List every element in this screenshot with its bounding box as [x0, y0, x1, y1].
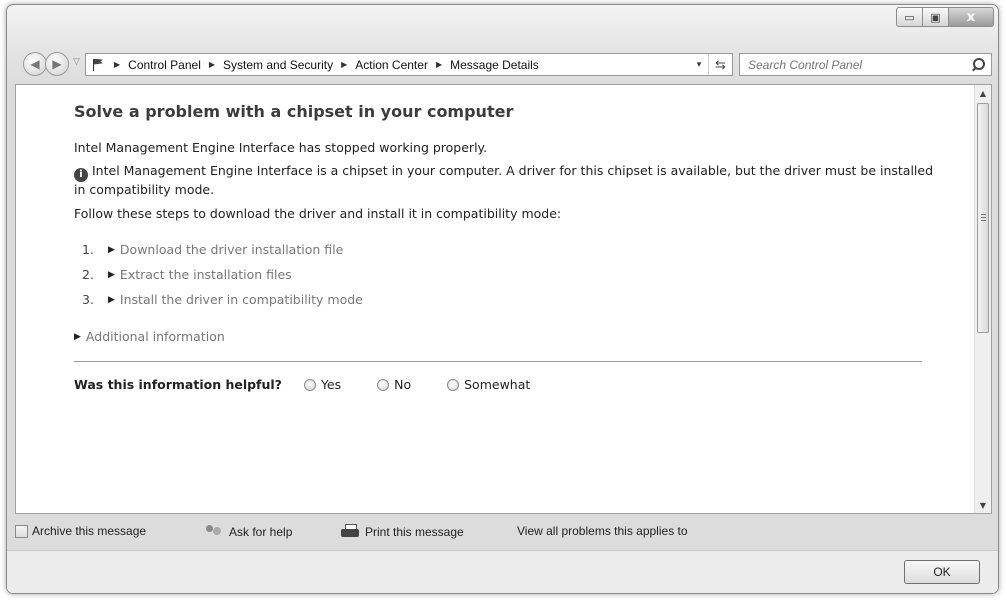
- scroll-thumb[interactable]: [977, 103, 989, 333]
- search-input[interactable]: [740, 57, 969, 72]
- action-center-window: ▭ ▣ x ◀ ▶ ▽ ▶ Control Panel ▶ System and…: [6, 4, 999, 594]
- content-pane: Solve a problem with a chipset in your c…: [15, 84, 992, 514]
- step-install-driver-link[interactable]: Install the driver in compatibility mode: [120, 292, 363, 307]
- step-number: 2.: [82, 267, 94, 282]
- breadcrumb-system-and-security[interactable]: ▶ System and Security: [201, 58, 333, 72]
- print-message-label[interactable]: Print this message: [365, 525, 464, 539]
- address-bar[interactable]: ▶ Control Panel ▶ System and Security ▶ …: [85, 53, 733, 76]
- address-dropdown-button[interactable]: ▾: [690, 59, 708, 70]
- problem-text: Intel Management Engine Interface has st…: [74, 140, 488, 155]
- scroll-up-button[interactable]: ▲: [975, 85, 991, 101]
- step-item[interactable]: 3. ▶ Install the driver in compatibility…: [82, 287, 363, 312]
- people-help-icon: [205, 524, 223, 540]
- search-box[interactable]: [739, 53, 992, 76]
- archive-message-checkbox[interactable]: Archive this message: [15, 524, 146, 538]
- step-item[interactable]: 1. ▶ Download the driver installation fi…: [82, 237, 363, 262]
- breadcrumb-action-center[interactable]: ▶ Action Center: [333, 58, 428, 72]
- info-icon: i: [74, 168, 88, 182]
- additional-information-toggle[interactable]: ▶ Additional information: [74, 329, 225, 344]
- archive-message-label[interactable]: Archive this message: [32, 524, 146, 538]
- breadcrumb-message-details[interactable]: ▶ Message Details: [428, 58, 539, 72]
- step-number: 3.: [82, 292, 94, 307]
- ok-button[interactable]: OK: [904, 560, 980, 584]
- feedback-somewhat-radio[interactable]: Somewhat: [447, 377, 530, 392]
- additional-information-label[interactable]: Additional information: [86, 329, 225, 344]
- breadcrumb-label[interactable]: Message Details: [450, 58, 539, 72]
- scroll-down-button[interactable]: ▼: [975, 497, 991, 513]
- search-icon[interactable]: [969, 56, 987, 74]
- forward-button[interactable]: ▶: [45, 52, 69, 76]
- radio-button-icon[interactable]: [377, 378, 390, 391]
- feedback-row: Was this information helpful? Yes No Som…: [74, 377, 566, 392]
- vertical-scrollbar[interactable]: ▲ ▼: [974, 85, 991, 513]
- page-title: Solve a problem with a chipset in your c…: [74, 102, 514, 121]
- breadcrumb-separator-icon[interactable]: ▶: [341, 60, 347, 69]
- view-all-problems-link[interactable]: View all problems this applies to: [517, 524, 688, 538]
- radio-label[interactable]: No: [394, 377, 411, 392]
- info-message: i Intel Management Engine Interface is a …: [74, 163, 934, 197]
- step-number: 1.: [82, 242, 94, 257]
- maximize-button[interactable]: ▣: [923, 7, 949, 27]
- breadcrumb-control-panel[interactable]: ▶ Control Panel: [112, 58, 201, 72]
- flag-icon: [92, 58, 106, 72]
- ask-for-help-label[interactable]: Ask for help: [229, 525, 292, 539]
- steps-list: 1. ▶ Download the driver installation fi…: [82, 237, 363, 312]
- checkbox-icon[interactable]: [15, 524, 28, 538]
- address-bar-controls: ▾ ⇆: [690, 54, 732, 75]
- breadcrumb-separator-icon[interactable]: ▶: [436, 60, 442, 69]
- radio-button-icon[interactable]: [303, 378, 316, 391]
- printer-icon: [341, 524, 359, 539]
- grip-icon: [981, 214, 986, 221]
- breadcrumb-label[interactable]: System and Security: [223, 58, 333, 72]
- caption-buttons: ▭ ▣ x: [896, 7, 994, 27]
- instructions-text: Follow these steps to download the drive…: [74, 206, 562, 221]
- refresh-icon[interactable]: ⇆: [708, 54, 732, 75]
- radio-label[interactable]: Yes: [321, 377, 341, 392]
- step-extract-files-link[interactable]: Extract the installation files: [120, 267, 292, 282]
- breadcrumb-separator-icon[interactable]: ▶: [114, 60, 120, 69]
- breadcrumb-separator-icon[interactable]: ▶: [209, 60, 215, 69]
- task-links-bar: Archive this message Ask for help Print …: [7, 516, 998, 546]
- breadcrumb-label[interactable]: Control Panel: [128, 58, 201, 72]
- recent-pages-dropdown[interactable]: ▽: [73, 57, 80, 67]
- expand-arrow-icon[interactable]: ▶: [108, 245, 115, 255]
- print-message-link[interactable]: Print this message: [341, 524, 464, 539]
- ask-for-help-link[interactable]: Ask for help: [205, 524, 292, 540]
- expand-arrow-icon[interactable]: ▶: [74, 332, 81, 342]
- feedback-question: Was this information helpful?: [74, 377, 282, 392]
- feedback-no-radio[interactable]: No: [377, 377, 411, 392]
- step-download-driver-link[interactable]: Download the driver installation file: [120, 242, 343, 257]
- radio-label[interactable]: Somewhat: [464, 377, 530, 392]
- view-all-problems-label[interactable]: View all problems this applies to: [517, 524, 688, 538]
- info-text: Intel Management Engine Interface is a c…: [74, 163, 934, 197]
- divider: [74, 361, 922, 362]
- close-button[interactable]: x: [949, 7, 994, 27]
- expand-arrow-icon[interactable]: ▶: [108, 295, 115, 305]
- navigation-bar: ◀ ▶ ▽ ▶ Control Panel ▶ System and Secur…: [15, 49, 992, 79]
- step-item[interactable]: 2. ▶ Extract the installation files: [82, 262, 363, 287]
- radio-button-icon[interactable]: [447, 378, 460, 391]
- back-button[interactable]: ◀: [23, 52, 47, 76]
- expand-arrow-icon[interactable]: ▶: [108, 270, 115, 280]
- button-footer: OK: [7, 550, 998, 593]
- breadcrumb-label[interactable]: Action Center: [355, 58, 428, 72]
- minimize-button[interactable]: ▭: [896, 7, 923, 27]
- feedback-yes-radio[interactable]: Yes: [303, 377, 341, 392]
